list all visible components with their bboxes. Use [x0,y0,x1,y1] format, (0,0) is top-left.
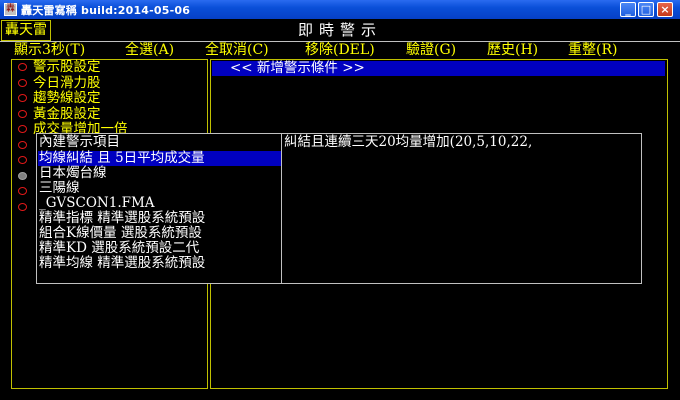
alert-item[interactable]: 趨勢線設定 [16,91,206,107]
alert-item[interactable]: 黃金股設定 [16,105,206,123]
close-button[interactable]: × [657,2,673,17]
list-item-selected[interactable]: 均線糾結 且 5日平均成交量 [38,151,281,166]
radio-icon[interactable] [18,202,27,211]
window-titlebar[interactable]: 轟 轟天雷寫稱 build:2014-05-06 _ □ × [0,0,680,19]
alert-item-label: 趨勢線設定 [33,90,101,106]
list-item[interactable]: 三陽線 [39,181,80,196]
list-item[interactable]: 組合K線價量 選股系統預設 [39,226,202,241]
alert-item-label: 黃金股設定 [33,105,101,122]
radio-icon[interactable] [18,109,27,118]
condition-picker-list[interactable]: 內建警示項目 均線糾結 且 5日平均成交量 日本燭台線 三陽線 _GVSCON1… [36,133,282,284]
radio-icon[interactable] [18,125,27,133]
minimize-button[interactable]: _ [620,2,636,17]
menu-select-all[interactable]: 全選(A) [125,42,174,59]
description-text: 糾結且連續三天20均量增加(20,5,10,22, [284,134,533,150]
menu-refresh[interactable]: 重整(R) [568,42,617,59]
menu-history[interactable]: 歷史(H) [487,42,538,59]
list-item[interactable]: 內建警示項目 [39,135,120,150]
app-logo: 轟天雷 [1,20,51,41]
menu-bar: 顯示3秒(T) 全選(A) 全取消(C) 移除(DEL) 驗證(G) 歷史(H)… [0,42,680,59]
add-condition-button[interactable]: << 新增警示條件 >> [212,61,665,76]
header-bar: 轟天雷 即時警示 [0,19,680,42]
alert-item[interactable]: 警示股設定 [16,60,206,76]
list-item[interactable]: 日本燭台線 [39,166,107,181]
list-item[interactable]: _GVSCON1.FMA [39,196,155,211]
app-icon[interactable]: 轟 [4,3,17,16]
menu-remove[interactable]: 移除(DEL) [305,42,375,59]
list-item[interactable]: 精準指標 精準選股系統預設 [39,211,205,226]
menu-deselect-all[interactable]: 全取消(C) [205,42,269,59]
radio-icon[interactable] [18,187,27,195]
list-item[interactable]: 精準均線 精準選股系統預設 [39,256,205,271]
radio-icon[interactable] [18,63,27,71]
radio-icon[interactable] [18,94,27,102]
add-condition-label: << 新增警示條件 >> [230,60,365,76]
radio-icon[interactable] [18,140,27,149]
alert-item[interactable]: 今日滑力股 [16,74,206,92]
radio-icon[interactable] [18,156,27,164]
list-item[interactable]: 精準KD 選股系統預設二代 [39,241,199,256]
menu-display-3s[interactable]: 顯示3秒(T) [14,42,85,59]
menu-verify[interactable]: 驗證(G) [406,42,456,59]
window-title: 轟天雷寫稱 build:2014-05-06 [21,4,191,17]
radio-icon[interactable] [18,78,27,87]
radio-selected-icon[interactable] [18,171,27,180]
alert-item-label: 警示股設定 [33,59,101,75]
page-title: 即時警示 [297,21,382,39]
maximize-button[interactable]: □ [638,2,654,17]
condition-description: 糾結且連續三天20均量增加(20,5,10,22, [281,133,642,284]
alert-item-label: 今日滑力股 [33,74,101,91]
